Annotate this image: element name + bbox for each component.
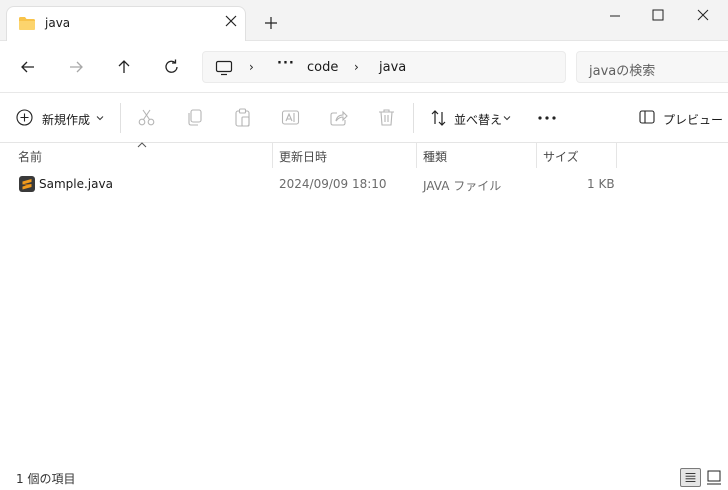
computer-icon[interactable]	[215, 60, 233, 76]
file-type: JAVA ファイル	[423, 179, 502, 193]
breadcrumb-code[interactable]: code	[307, 60, 338, 75]
breadcrumb-more[interactable]: ···	[277, 56, 295, 71]
plus-circle-icon	[16, 109, 33, 126]
command-bar: 新規作成 並べ替え プレビュー	[0, 93, 728, 143]
copy-icon[interactable]	[185, 108, 204, 127]
file-size: 1 KB	[587, 177, 615, 191]
chevron-down-icon	[96, 116, 104, 121]
column-header-date[interactable]: 更新日時	[273, 143, 416, 168]
file-list: 名前 更新日時 種類 サイズ Sample.java 2024/09/09 18…	[0, 142, 728, 463]
refresh-icon[interactable]	[159, 54, 185, 80]
back-arrow-icon[interactable]	[15, 54, 41, 80]
tab-java[interactable]: java	[6, 6, 246, 42]
column-header-type[interactable]: 種類	[417, 143, 536, 168]
sublime-text-icon	[19, 176, 35, 192]
chevron-right-icon[interactable]: ›	[249, 60, 254, 74]
address-bar: › ··· code › java javaの検索	[0, 41, 728, 93]
sort-button-label: 並べ替え	[454, 113, 503, 127]
toolbar-divider	[120, 103, 121, 133]
details-view-icon[interactable]	[680, 468, 701, 487]
close-tab-icon[interactable]	[221, 11, 241, 31]
share-icon[interactable]	[329, 108, 348, 127]
maximize-icon[interactable]	[635, 2, 681, 28]
preview-pane-icon	[639, 110, 655, 124]
file-date: 2024/09/09 18:10	[279, 177, 387, 191]
search-placeholder: javaの検索	[589, 64, 656, 79]
item-count: 1 個の項目	[16, 472, 76, 486]
cut-icon[interactable]	[137, 108, 156, 127]
delete-icon[interactable]	[377, 108, 396, 127]
tab-title: java	[45, 16, 71, 30]
close-window-icon[interactable]	[680, 2, 726, 28]
preview-button-label: プレビュー	[663, 113, 724, 127]
column-header-name[interactable]: 名前	[12, 143, 272, 168]
paste-icon[interactable]	[233, 108, 252, 127]
column-header-size[interactable]: サイズ	[537, 143, 616, 168]
chevron-down-icon	[503, 116, 511, 121]
up-arrow-icon[interactable]	[111, 54, 137, 80]
forward-arrow-icon[interactable]	[63, 54, 89, 80]
chevron-right-icon[interactable]: ›	[354, 60, 359, 74]
tiles-view-icon[interactable]	[704, 468, 725, 487]
title-bar: java	[0, 0, 728, 42]
file-name: Sample.java	[39, 177, 113, 191]
toolbar-divider	[413, 103, 414, 133]
column-divider[interactable]	[616, 143, 617, 168]
folder-icon	[19, 17, 35, 30]
breadcrumb-java[interactable]: java	[379, 60, 406, 75]
file-row[interactable]: Sample.java 2024/09/09 18:10 JAVA ファイル 1…	[12, 172, 615, 196]
search-input[interactable]: javaの検索	[576, 51, 728, 83]
rename-icon[interactable]	[281, 108, 300, 127]
minimize-icon[interactable]	[592, 2, 638, 28]
sort-arrows-icon	[431, 110, 446, 126]
more-options-icon[interactable]	[537, 110, 557, 126]
status-bar: 1 個の項目	[0, 463, 728, 490]
new-tab-icon[interactable]	[262, 14, 280, 32]
new-button-label: 新規作成	[42, 113, 91, 127]
breadcrumb[interactable]: › ··· code › java	[202, 51, 566, 83]
